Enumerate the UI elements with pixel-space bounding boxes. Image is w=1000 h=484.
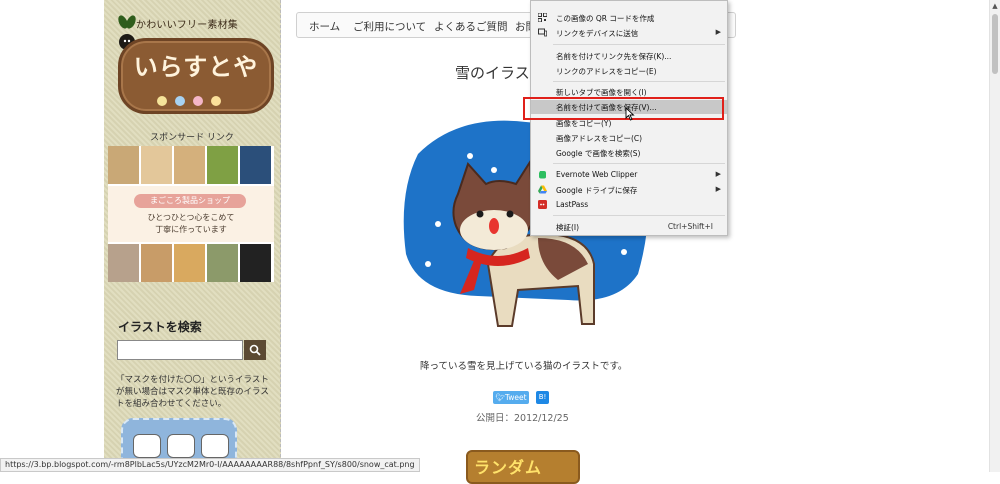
status-bar-url: https://3.bp.blogspot.com/-rm8PlbLac5s/U… <box>0 458 420 472</box>
twitter-icon: 🐦︎ <box>495 393 505 402</box>
menu-item-google-drive[interactable]: Google ドライブに保存 ▶ <box>531 183 727 197</box>
nav-item-faq[interactable]: よくあるご質問 <box>434 19 508 34</box>
menu-item-create-qr[interactable]: この画像の QR コードを作成 <box>531 11 727 25</box>
scrollbar-thumb[interactable] <box>992 14 998 74</box>
lastpass-icon <box>538 200 547 209</box>
ad-text-line: 丁寧に作っています <box>155 225 227 234</box>
post-caption: 降っている雪を見上げている猫のイラストです。 <box>420 361 628 372</box>
scroll-up-icon[interactable]: ▲ <box>990 2 1000 10</box>
mask-icon <box>167 434 195 458</box>
search-heading: イラストを検索 <box>118 320 202 334</box>
ad-image <box>141 244 172 282</box>
mouse-cursor-icon <box>625 107 635 121</box>
menu-item-label: リンクのアドレスをコピー(E) <box>556 67 657 76</box>
menu-item-label: 画像アドレスをコピー(C) <box>556 134 643 143</box>
menu-item-label: Google で画像を検索(S) <box>556 149 641 158</box>
ad-image <box>108 244 139 282</box>
menu-item-search-google-image[interactable]: Google で画像を検索(S) <box>531 146 727 160</box>
sponsored-ad[interactable]: まごころ製品ショップ ひとつひとつ心をこめて 丁寧に作っています <box>108 146 274 282</box>
site-logo[interactable]: かわいいフリー素材集 いらすとや <box>112 8 274 114</box>
menu-item-send-to-device[interactable]: リンクをデバイスに送信 ▶ <box>531 26 727 40</box>
menu-item-label: LastPass <box>556 200 589 209</box>
logo-title: いらすとや <box>133 53 259 81</box>
nav-item-home[interactable]: ホーム <box>309 19 340 34</box>
tweet-label: Tweet <box>504 393 527 402</box>
submenu-arrow-icon: ▶ <box>715 170 721 178</box>
search-icon <box>249 344 261 356</box>
google-drive-icon <box>538 185 547 194</box>
random-label: ランダム <box>474 458 543 477</box>
menu-item-label: 検証(I) <box>556 223 580 232</box>
logo-board: いらすとや <box>118 38 274 114</box>
menu-item-label: Google ドライブに保存 <box>556 186 638 195</box>
menu-item-lastpass[interactable]: LastPass <box>531 198 727 212</box>
ad-image <box>174 244 205 282</box>
post-date: 公開日：2012/12/25 <box>476 413 569 424</box>
menu-item-shortcut: Ctrl+Shift+I <box>667 222 713 231</box>
qr-icon <box>538 13 547 22</box>
sponsor-label: スポンサード リンク <box>150 133 234 143</box>
sidebar: かわいいフリー素材集 いらすとや スポンサード リンク まごころ製品ショップ ひ… <box>104 0 281 472</box>
ad-text-line: ひとつひとつ心をこめて <box>147 213 235 222</box>
ad-image <box>240 146 271 184</box>
random-button[interactable]: ランダム <box>466 450 580 484</box>
search-button[interactable] <box>244 340 266 360</box>
ad-banner: まごころ製品ショップ ひとつひとつ心をこめて 丁寧に作っています <box>108 186 274 242</box>
search-input[interactable] <box>117 340 243 360</box>
menu-separator <box>553 81 725 82</box>
hatena-bookmark-button[interactable]: B! <box>536 391 549 404</box>
ad-image <box>207 244 238 282</box>
menu-item-inspect[interactable]: 検証(I) Ctrl+Shift+I <box>531 220 727 234</box>
ad-image <box>207 146 238 184</box>
menu-item-copy-image-address[interactable]: 画像アドレスをコピー(C) <box>531 131 727 145</box>
menu-item-save-link-as[interactable]: 名前を付けてリンク先を保存(K)... <box>531 49 727 63</box>
ad-image <box>108 146 139 184</box>
evernote-icon <box>539 171 546 179</box>
mask-icon <box>201 434 229 458</box>
menu-separator <box>553 44 725 45</box>
logo-tagline: かわいいフリー素材集 <box>136 20 238 31</box>
tweet-button[interactable]: 🐦︎Tweet <box>493 391 529 404</box>
menu-item-label: リンクをデバイスに送信 <box>556 29 639 38</box>
ad-image <box>174 146 205 184</box>
menu-item-label: Evernote Web Clipper <box>556 170 638 179</box>
submenu-arrow-icon: ▶ <box>715 28 721 36</box>
device-icon <box>538 28 547 37</box>
menu-item-label: この画像の QR コードを作成 <box>556 14 655 23</box>
nav-item-terms[interactable]: ご利用について <box>353 19 426 34</box>
menu-item-label: 名前を付けてリンク先を保存(K)... <box>556 52 672 61</box>
vertical-scrollbar[interactable]: ▲ <box>989 0 1000 472</box>
highlight-annotation-box <box>523 97 724 120</box>
ad-shop-name: まごころ製品ショップ <box>134 194 246 208</box>
ad-image <box>141 146 172 184</box>
menu-item-copy-link-address[interactable]: リンクのアドレスをコピー(E) <box>531 64 727 78</box>
mask-icon <box>133 434 161 458</box>
menu-item-evernote[interactable]: Evernote Web Clipper ▶ <box>531 168 727 182</box>
search-note: 「マスクを付けた〇〇」というイラストが無い場合はマスク単体と既存のイラストを組み… <box>116 375 269 409</box>
menu-separator <box>553 163 725 164</box>
ad-image <box>240 244 271 282</box>
submenu-arrow-icon: ▶ <box>715 185 721 193</box>
flower-decoration <box>157 91 237 106</box>
page-margin-left <box>0 0 104 472</box>
menu-separator <box>553 215 725 216</box>
